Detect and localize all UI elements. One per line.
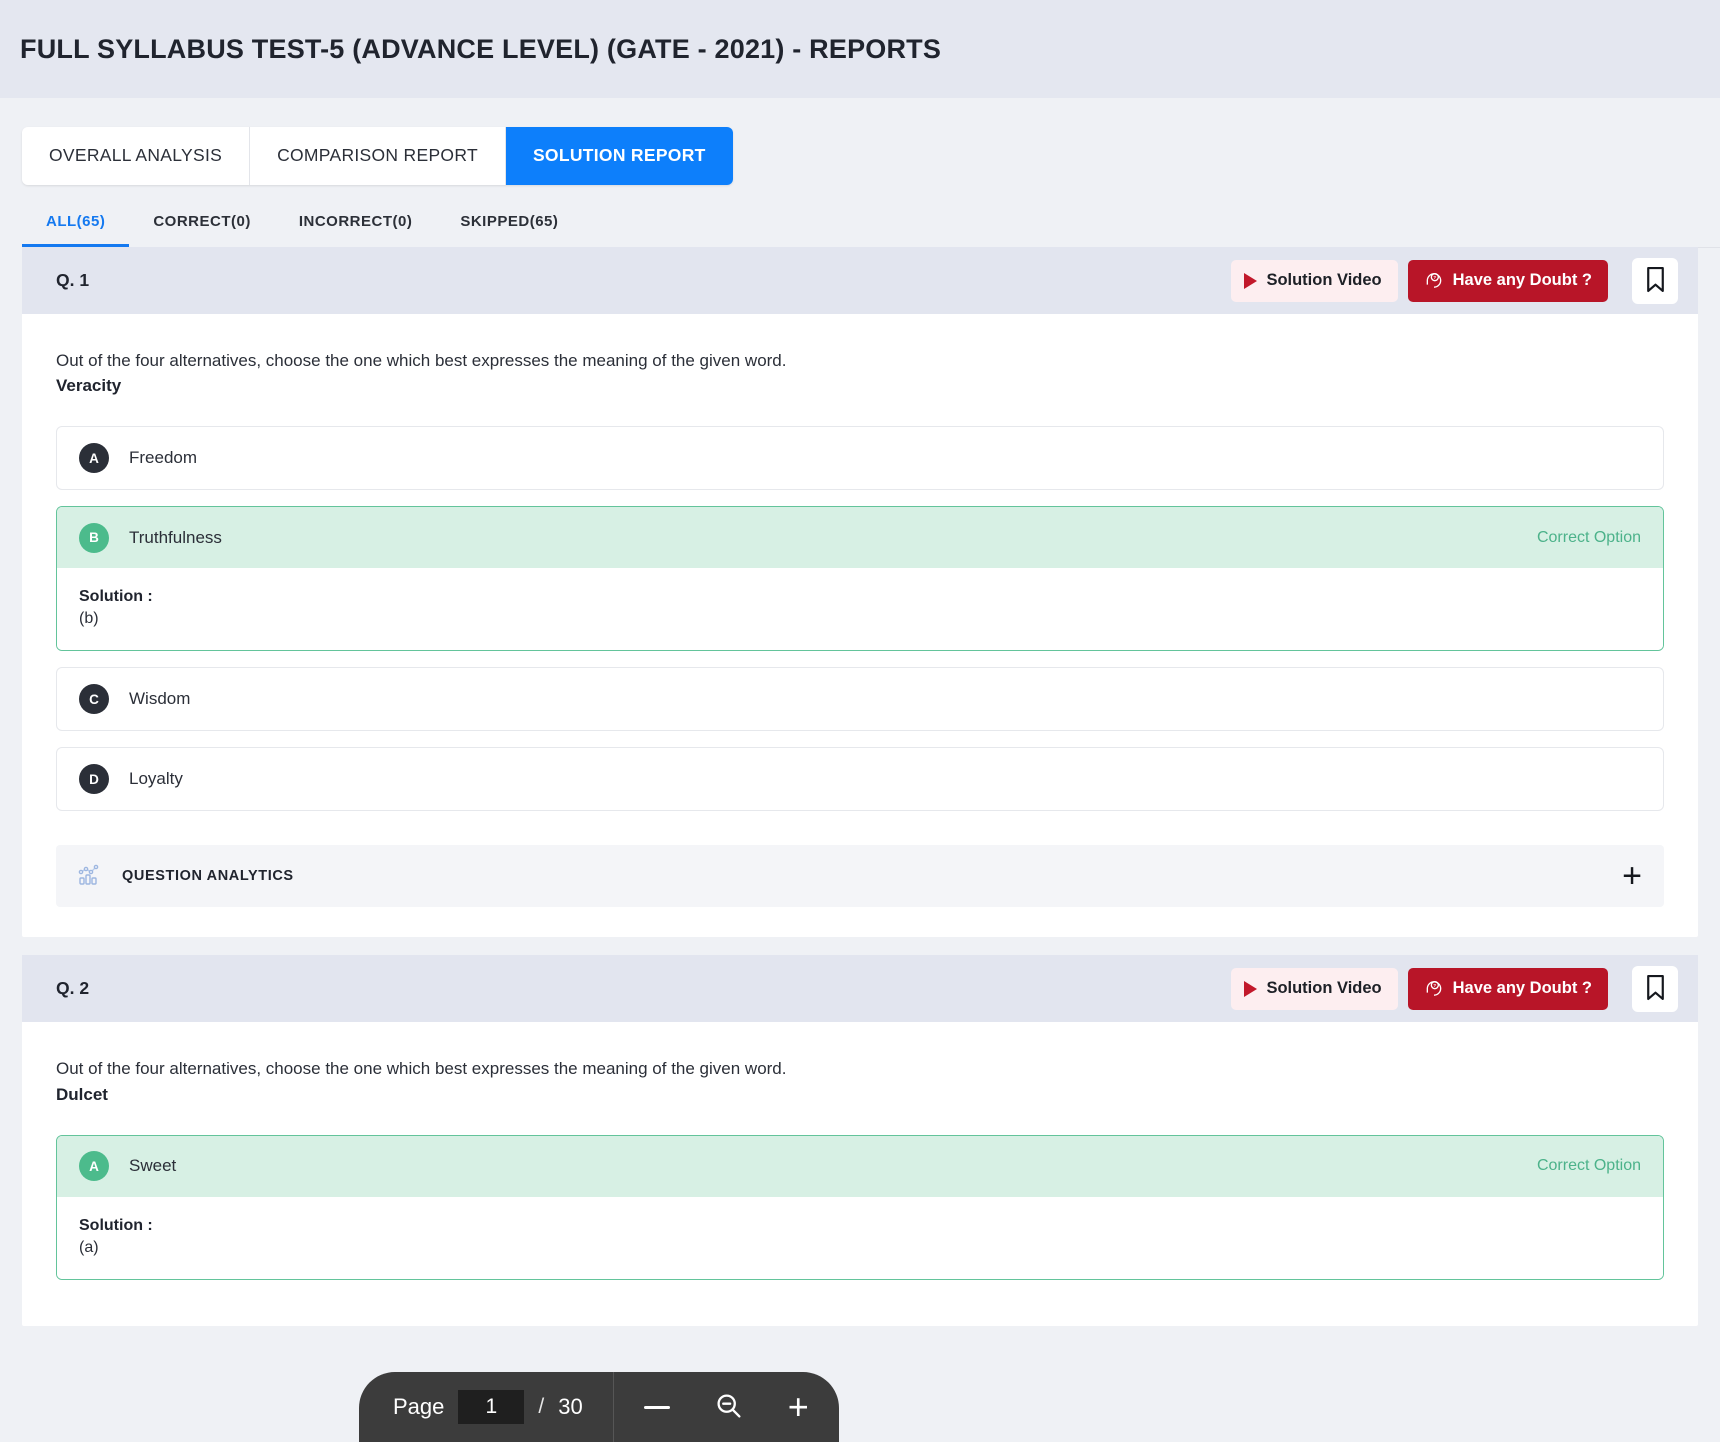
pager-separator: / xyxy=(538,1395,545,1418)
svg-text:?: ? xyxy=(1433,275,1436,280)
magnifier-minus-icon xyxy=(714,1391,744,1424)
correct-option-tag: Correct Option xyxy=(1536,528,1641,546)
filter-tab-skipped[interactable]: SKIPPED(65) xyxy=(436,199,582,247)
svg-text:?: ? xyxy=(1433,983,1436,988)
question-keyword: Dulcet xyxy=(56,1084,108,1104)
question-actions: Solution Video ? Have any Doubt ? xyxy=(1231,965,1678,1012)
have-doubt-button[interactable]: ? Have any Doubt ? xyxy=(1407,967,1608,1010)
zoom-reset-button[interactable] xyxy=(714,1391,744,1424)
option-row[interactable]: A Freedom xyxy=(56,426,1664,491)
solution-video-label: Solution Video xyxy=(1266,979,1382,998)
question-analytics-label: QUESTION ANALYTICS xyxy=(122,868,294,885)
option-badge: D xyxy=(79,764,109,795)
minus-icon xyxy=(643,1405,670,1409)
have-doubt-button[interactable]: ? Have any Doubt ? xyxy=(1407,259,1608,302)
tab-comparison-report[interactable]: COMPARISON REPORT xyxy=(250,127,506,185)
solution-label: Solution : xyxy=(79,588,153,606)
filter-tab-incorrect[interactable]: INCORRECT(0) xyxy=(275,199,437,247)
plus-icon: + xyxy=(787,1386,809,1427)
question-number: Q. 2 xyxy=(56,978,90,999)
option-text: Freedom xyxy=(129,448,198,468)
question-body: Out of the four alternatives, choose the… xyxy=(22,314,1698,937)
bookmark-button[interactable] xyxy=(1632,965,1678,1012)
solution-value: (b) xyxy=(79,610,99,628)
option-row[interactable]: C Wisdom xyxy=(56,667,1664,732)
filter-tab-correct[interactable]: CORRECT(0) xyxy=(129,199,275,247)
pager-page-group: Page / 30 xyxy=(359,1372,614,1442)
pager-total-pages: 30 xyxy=(558,1394,583,1419)
question-header: Q. 2 Solution Video ? Have any Doubt ? xyxy=(22,955,1698,1023)
option-text: Loyalty xyxy=(129,769,183,789)
page-header: FULL SYLLABUS TEST-5 (ADVANCE LEVEL) (GA… xyxy=(0,0,1720,98)
filter-tab-group: ALL(65) CORRECT(0) INCORRECT(0) SKIPPED(… xyxy=(22,199,1720,248)
option-badge: C xyxy=(79,684,109,715)
question-header: Q. 1 Solution Video ? Have any Doubt ? xyxy=(22,247,1698,314)
filter-tab-all[interactable]: ALL(65) xyxy=(22,199,130,248)
option-badge: A xyxy=(79,1151,109,1182)
question-head-icon: ? xyxy=(1424,976,1444,1001)
zoom-in-button[interactable]: + xyxy=(788,1389,809,1425)
question-number: Q. 1 xyxy=(56,270,90,290)
solution-video-label: Solution Video xyxy=(1266,271,1382,289)
tab-overall-analysis[interactable]: OVERALL ANALYSIS xyxy=(22,127,251,185)
have-doubt-label: Have any Doubt ? xyxy=(1452,979,1592,998)
option-text: Sweet xyxy=(129,1156,177,1176)
question-keyword: Veracity xyxy=(56,376,122,396)
pager-page-label: Page xyxy=(393,1394,445,1419)
solution-box: Solution : (a) xyxy=(57,1196,1663,1279)
question-prompt: Out of the four alternatives, choose the… xyxy=(56,351,787,370)
question-card: Q. 1 Solution Video ? Have any Doubt ? O… xyxy=(22,247,1698,938)
option-badge: B xyxy=(79,522,109,553)
question-prompt: Out of the four alternatives, choose the… xyxy=(56,1059,787,1079)
option-list: A Sweet Correct Option Solution : (a) xyxy=(56,1134,1664,1280)
solution-label: Solution : xyxy=(79,1216,153,1234)
report-tab-group: OVERALL ANALYSIS COMPARISON REPORT SOLUT… xyxy=(22,127,733,185)
page-title: FULL SYLLABUS TEST-5 (ADVANCE LEVEL) (GA… xyxy=(20,33,942,64)
zoom-out-button[interactable] xyxy=(643,1405,670,1409)
play-icon xyxy=(1244,980,1258,997)
option-correct-header: A Sweet Correct Option xyxy=(57,1135,1663,1197)
option-badge: A xyxy=(79,443,109,474)
bookmark-icon xyxy=(1645,974,1666,1004)
bookmark-button[interactable] xyxy=(1632,257,1678,304)
option-correct-header: B Truthfulness Correct Option xyxy=(57,507,1663,569)
question-analytics-toggle[interactable]: QUESTION ANALYTICS + xyxy=(56,845,1664,908)
question-card: Q. 2 Solution Video ? Have any Doubt ? O… xyxy=(22,955,1698,1326)
question-actions: Solution Video ? Have any Doubt ? xyxy=(1231,257,1678,304)
solution-value: (a) xyxy=(79,1238,99,1256)
pdf-pager-toolbar: Page / 30 + xyxy=(359,1372,839,1442)
question-head-icon: ? xyxy=(1424,268,1444,293)
bookmark-icon xyxy=(1645,266,1666,296)
questions-scroll-area[interactable]: Q. 1 Solution Video ? Have any Doubt ? O… xyxy=(0,247,1720,1442)
question-body: Out of the four alternatives, choose the… xyxy=(22,1022,1698,1325)
solution-video-button[interactable]: Solution Video xyxy=(1231,967,1398,1010)
have-doubt-label: Have any Doubt ? xyxy=(1452,271,1592,289)
option-text: Wisdom xyxy=(129,689,191,709)
solution-video-button[interactable]: Solution Video xyxy=(1231,259,1398,302)
option-row-correct[interactable]: B Truthfulness Correct Option Solution :… xyxy=(56,506,1664,652)
option-row[interactable]: D Loyalty xyxy=(56,747,1664,812)
option-list: A Freedom B Truthfulness Correct Option … xyxy=(56,426,1664,812)
page-number-input[interactable] xyxy=(458,1390,525,1424)
bar-chart-icon xyxy=(78,861,104,892)
tab-solution-report[interactable]: SOLUTION REPORT xyxy=(505,127,733,185)
option-row-correct[interactable]: A Sweet Correct Option Solution : (a) xyxy=(56,1134,1664,1280)
correct-option-tag: Correct Option xyxy=(1536,1157,1641,1175)
option-text: Truthfulness xyxy=(129,527,222,547)
play-icon xyxy=(1244,272,1258,289)
pager-zoom-group: + xyxy=(614,1372,839,1442)
expand-plus-icon[interactable]: + xyxy=(1622,859,1642,893)
solution-box: Solution : (b) xyxy=(57,568,1663,651)
